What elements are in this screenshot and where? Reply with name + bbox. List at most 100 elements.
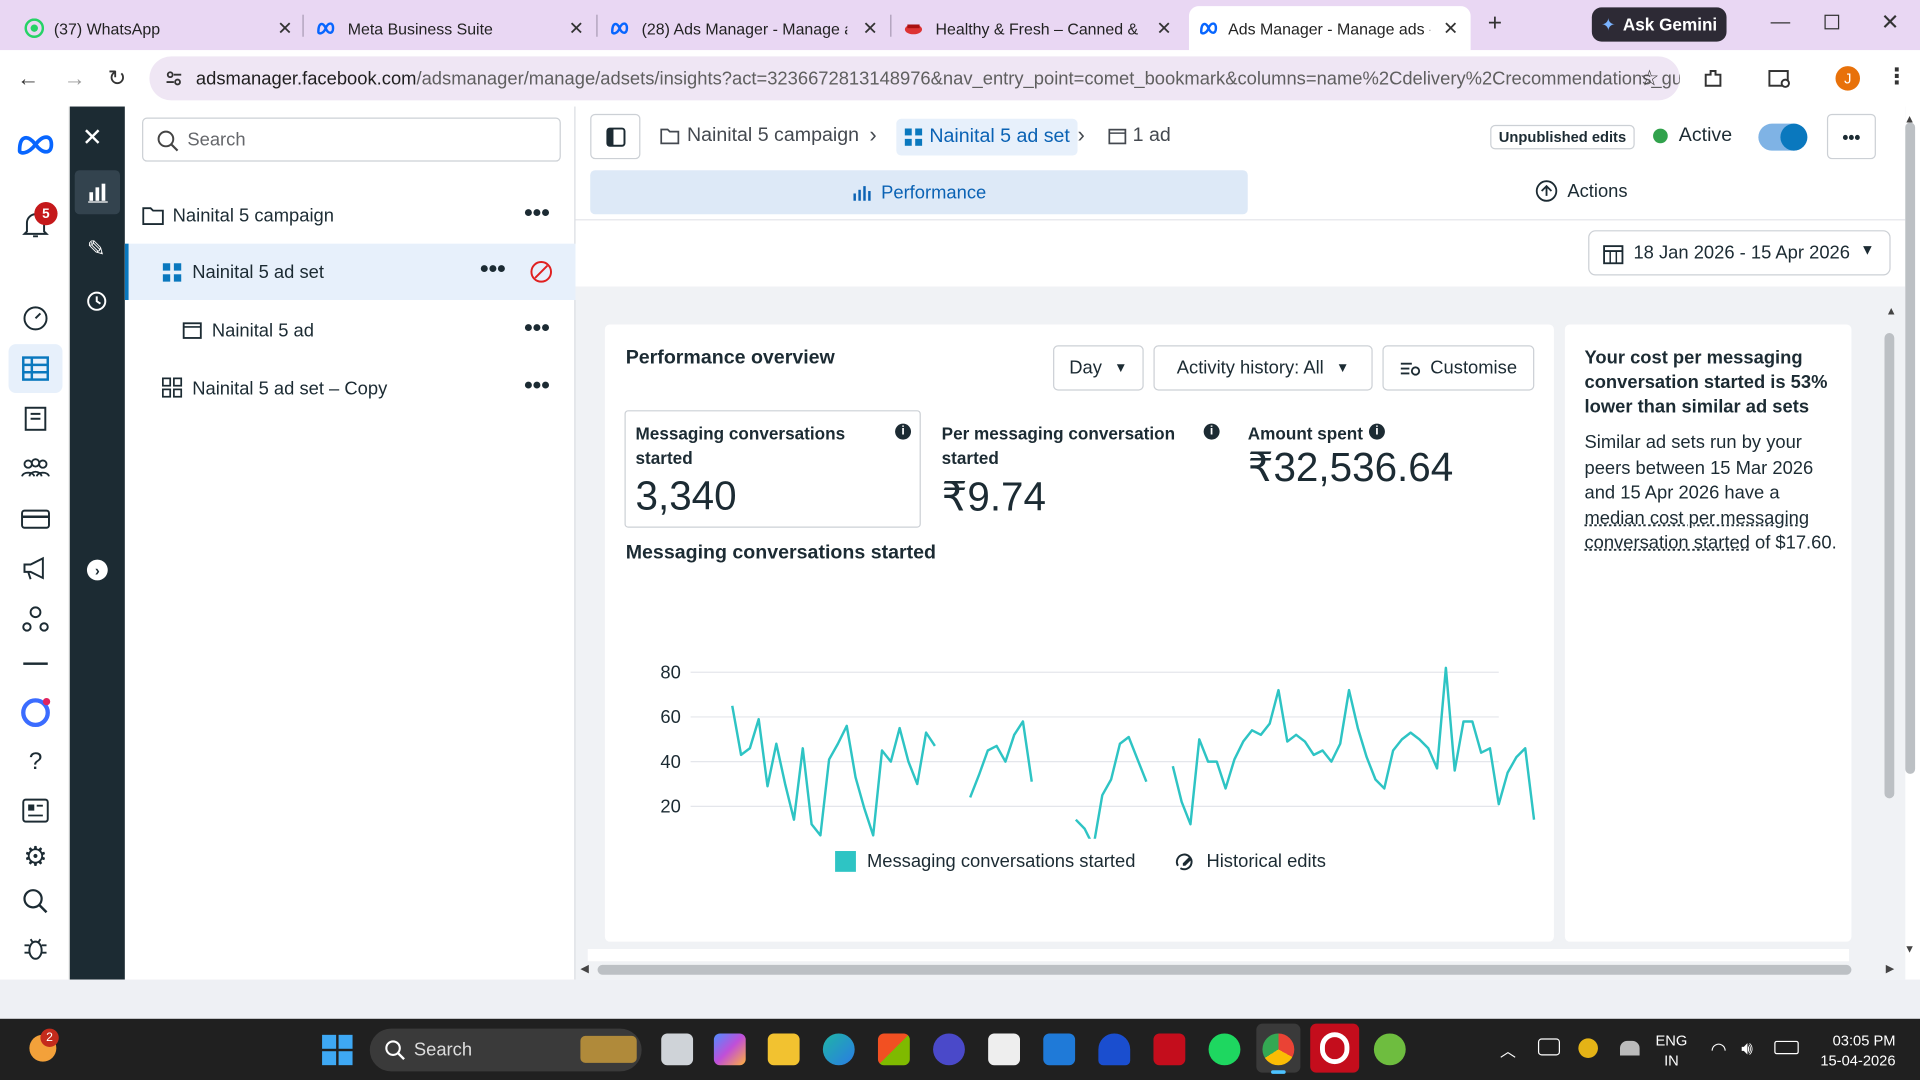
microsoft-store-icon[interactable]	[877, 1033, 910, 1066]
more-actions-button[interactable]: •••	[1826, 113, 1876, 160]
new-tab-button[interactable]: +	[1488, 10, 1502, 38]
language-indicator[interactable]: ENG IN	[1656, 1031, 1688, 1070]
minimize-icon[interactable]: —	[1771, 12, 1791, 34]
toggle-sidebar-button[interactable]	[590, 113, 641, 160]
tab-ads-manager-active[interactable]: Ads Manager - Manage ads - A ✕	[1188, 6, 1471, 51]
bookmark-star-icon[interactable]: ☆	[1640, 66, 1660, 92]
battery-icon[interactable]	[1774, 1040, 1799, 1055]
granularity-dropdown[interactable]: Day ▼	[1053, 345, 1144, 391]
wifi-icon[interactable]: ◠	[1711, 1038, 1727, 1061]
more-options-icon[interactable]: •••	[524, 372, 550, 400]
delivery-off-icon[interactable]	[529, 260, 553, 284]
breadcrumb-campaign[interactable]: Nainital 5 campaign	[660, 125, 859, 147]
copilot-icon[interactable]	[713, 1033, 746, 1066]
active-toggle[interactable]	[1758, 123, 1808, 151]
volume-icon[interactable]: 🔊︎	[1741, 1038, 1753, 1059]
tab-search-icon[interactable]	[1768, 69, 1792, 91]
spotify-icon[interactable]	[1208, 1033, 1241, 1066]
tab-ads-manager-28[interactable]: (28) Ads Manager - Manage ad ✕	[610, 6, 886, 50]
unpublished-edits-badge[interactable]: Unpublished edits	[1490, 124, 1635, 150]
profile-avatar[interactable]: J	[1835, 66, 1861, 91]
tree-search-input[interactable]: Search	[142, 117, 561, 162]
opera-taskbar-button[interactable]	[1310, 1023, 1360, 1073]
metric-card-spend[interactable]: Amount spent ₹32,536.64 i	[1248, 410, 1542, 528]
utorrent-icon[interactable]	[1373, 1033, 1406, 1066]
reports-book-icon[interactable]	[20, 403, 52, 435]
close-icon[interactable]: ✕	[1156, 17, 1171, 39]
billing-card-icon[interactable]	[20, 503, 52, 535]
tab-performance[interactable]: Performance	[590, 170, 1248, 215]
back-icon[interactable]: ←	[17, 66, 39, 92]
restore-icon[interactable]	[1824, 14, 1840, 30]
outlook-icon[interactable]	[1043, 1033, 1076, 1066]
info-icon[interactable]: i	[1203, 423, 1220, 440]
campaign-megaphone-icon[interactable]	[20, 552, 52, 584]
search-icon[interactable]	[20, 885, 52, 917]
info-icon[interactable]: i	[1368, 423, 1385, 440]
taskbar-search-input[interactable]: Search	[369, 1028, 642, 1072]
tab-healthy-fresh[interactable]: Healthy & Fresh – Canned & R ✕	[904, 6, 1180, 50]
mcafee-icon[interactable]	[1153, 1033, 1186, 1066]
close-panel-icon[interactable]: ✕	[82, 122, 103, 153]
scroll-left-icon[interactable]: ◀	[580, 962, 588, 975]
horizontal-scrollbar-thumb[interactable]	[597, 964, 1852, 975]
edit-pencil-icon[interactable]: ✎	[87, 236, 105, 262]
settings-gear-icon[interactable]: ⚙	[20, 841, 52, 873]
window-close-icon[interactable]: ✕	[1881, 10, 1899, 36]
ads-manager-nav-active[interactable]	[8, 344, 63, 394]
history-clock-icon[interactable]	[86, 290, 108, 312]
tab-whatsapp[interactable]: (37) WhatsApp ✕	[24, 6, 300, 50]
tree-item-adset-copy[interactable]: Nainital 5 ad set – Copy •••	[125, 360, 576, 416]
close-icon[interactable]: ✕	[1443, 17, 1458, 39]
business-network-icon[interactable]	[20, 604, 52, 636]
ask-gemini-button[interactable]: ✦ Ask Gemini	[1591, 7, 1727, 42]
close-icon[interactable]: ✕	[569, 17, 584, 39]
more-options-icon[interactable]: •••	[524, 200, 550, 228]
activity-history-dropdown[interactable]: Activity history: All ▼	[1153, 345, 1373, 391]
edge-icon[interactable]	[822, 1033, 855, 1066]
close-icon[interactable]: ✕	[863, 17, 878, 39]
chrome-taskbar-button[interactable]	[1256, 1023, 1301, 1074]
vertical-scrollbar-thumb[interactable]	[1884, 333, 1895, 799]
metric-card-conversations[interactable]: Messaging conversations started 3,340 i	[624, 410, 921, 528]
close-icon[interactable]: ✕	[277, 17, 292, 39]
tab-meta-business-suite[interactable]: Meta Business Suite ✕	[316, 6, 592, 50]
metric-card-cost[interactable]: Per messaging conversation started ₹9.74…	[942, 410, 1224, 528]
bug-report-icon[interactable]	[20, 932, 52, 964]
audiences-icon[interactable]	[20, 452, 52, 484]
info-icon[interactable]: i	[895, 423, 912, 440]
mullvad-icon[interactable]	[1098, 1033, 1131, 1066]
meta-ai-icon[interactable]	[20, 697, 52, 729]
photos-icon[interactable]	[988, 1033, 1021, 1066]
reload-icon[interactable]: ↻	[108, 66, 126, 92]
show-hidden-icons[interactable]: ︿	[1500, 1038, 1516, 1061]
charts-tool-active[interactable]	[74, 170, 121, 215]
expand-chevron-icon[interactable]: ›	[86, 559, 108, 581]
proton-vpn-icon[interactable]	[933, 1033, 965, 1066]
address-bar[interactable]: adsmanager.facebook.com/adsmanager/manag…	[149, 56, 1681, 101]
tree-item-ad[interactable]: Nainital 5 ad •••	[125, 302, 576, 358]
forward-icon[interactable]: →	[64, 66, 86, 92]
tab-actions[interactable]: Actions	[1535, 180, 1628, 202]
file-explorer-icon[interactable]	[767, 1033, 800, 1066]
dashboard-gauge-icon[interactable]	[20, 302, 52, 334]
breadcrumb-ad[interactable]: 1 ad	[1108, 125, 1171, 147]
news-feed-icon[interactable]	[20, 795, 52, 827]
windows-start-icon[interactable]	[322, 1034, 353, 1066]
clock[interactable]: 03:05 PM 15-04-2026	[1810, 1031, 1895, 1070]
tree-item-campaign[interactable]: Nainital 5 campaign •••	[125, 187, 576, 243]
help-question-icon[interactable]: ?	[20, 746, 52, 778]
extensions-icon[interactable]	[1702, 67, 1724, 89]
tray-app-icon[interactable]	[1578, 1038, 1598, 1058]
scroll-right-icon[interactable]: ▶	[1886, 962, 1894, 975]
page-scrollbar-thumb[interactable]	[1905, 122, 1916, 774]
more-options-icon[interactable]: •••	[480, 256, 506, 284]
meta-logo-icon[interactable]	[16, 132, 55, 156]
customise-button[interactable]: Customise	[1382, 345, 1535, 391]
breadcrumb-adset[interactable]: Nainital 5 ad set	[896, 118, 1078, 156]
date-range-picker[interactable]: 18 Jan 2026 - 15 Apr 2026 ▼	[1588, 230, 1891, 276]
browser-menu-icon[interactable]: ⋮	[1886, 64, 1908, 90]
tree-item-adset-selected[interactable]: Nainital 5 ad set •••	[124, 243, 576, 301]
onedrive-icon[interactable]	[1620, 1040, 1640, 1056]
site-info-icon[interactable]	[164, 69, 184, 89]
